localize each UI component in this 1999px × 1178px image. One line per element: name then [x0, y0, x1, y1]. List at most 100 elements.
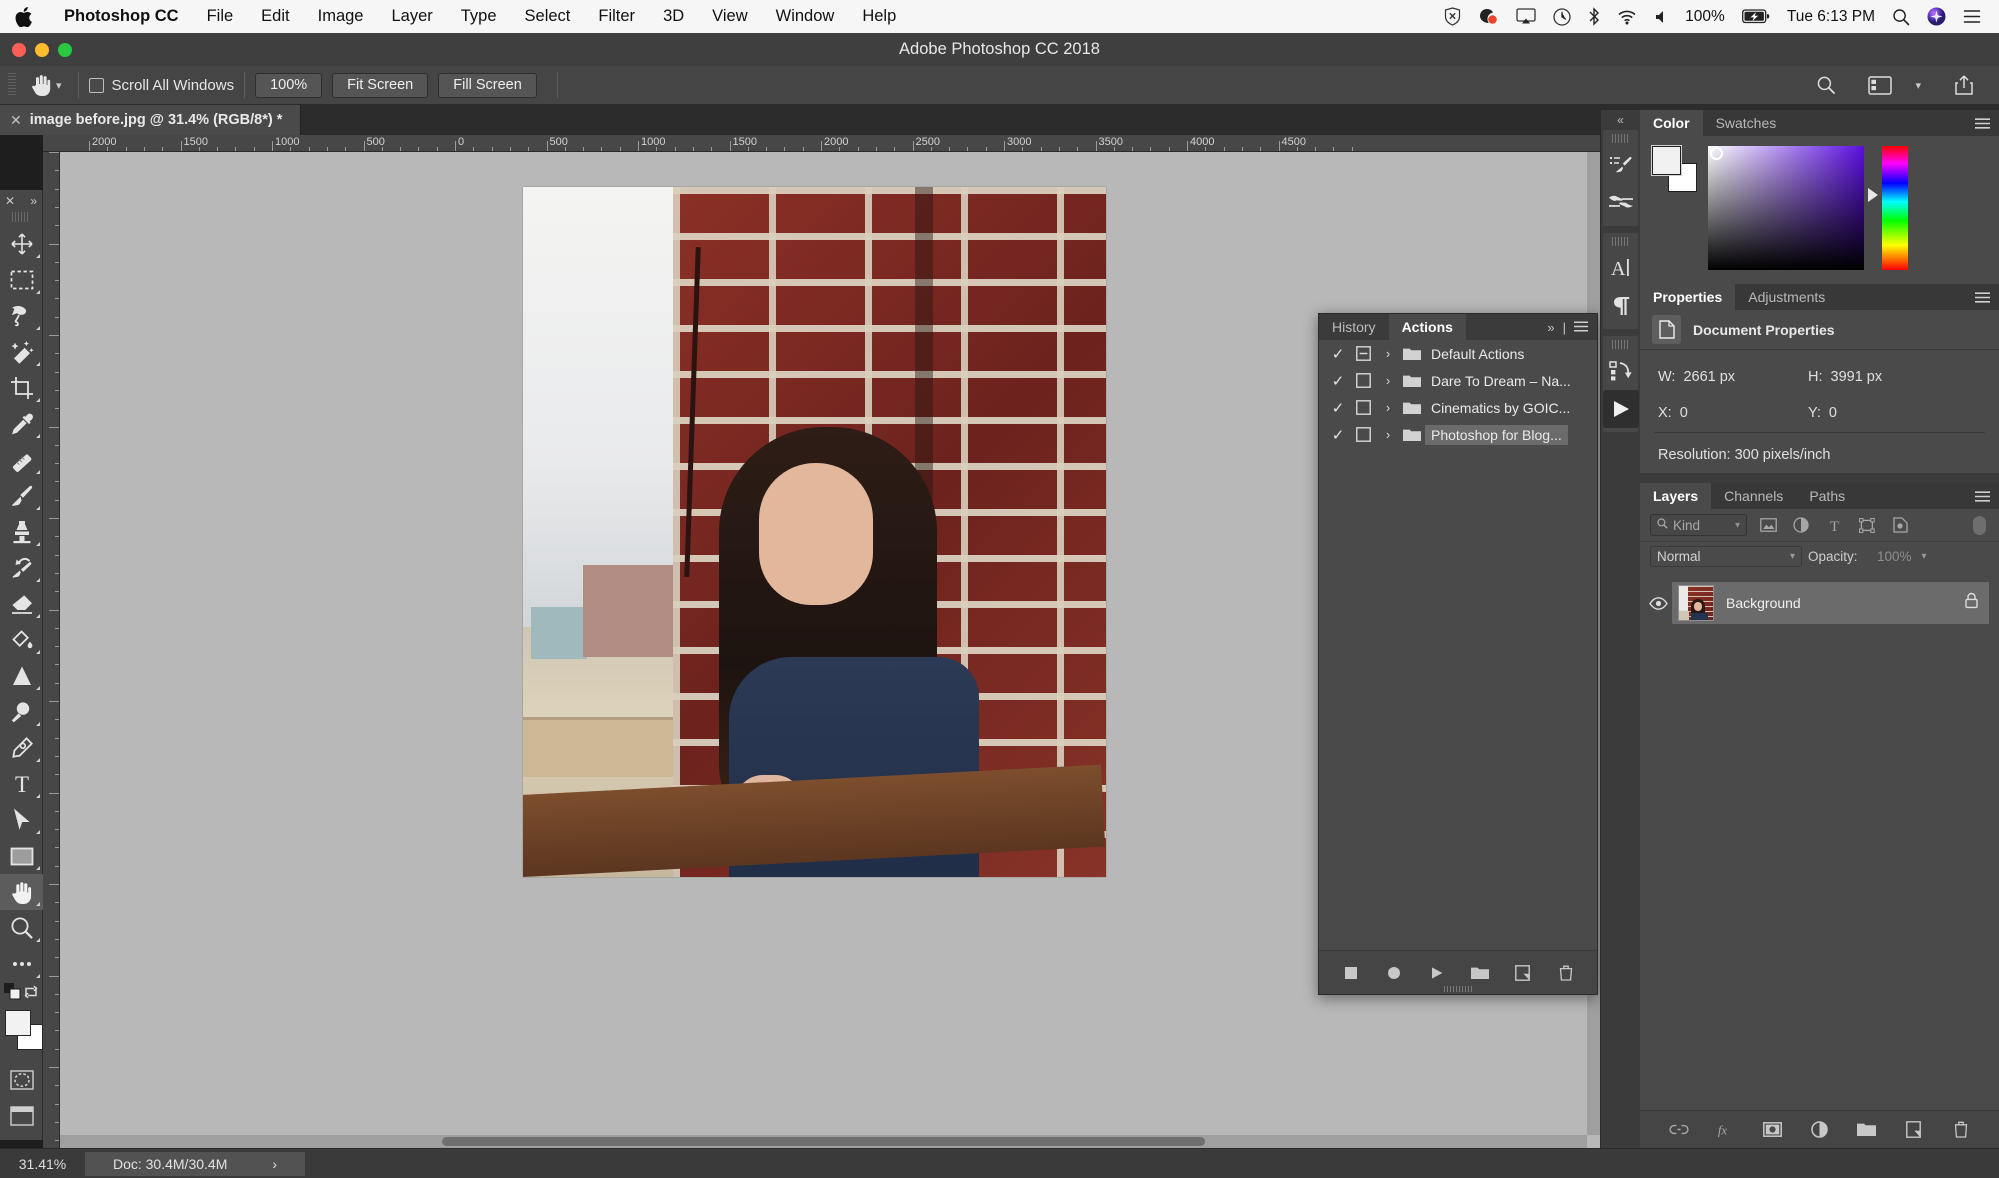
filter-kind-select[interactable]: Kind ▾ — [1650, 514, 1747, 536]
layer-row-content[interactable]: Background — [1672, 582, 1989, 624]
actions-row[interactable]: ✓ › Photoshop for Blog... — [1319, 421, 1597, 448]
apple-logo-icon[interactable] — [14, 6, 32, 28]
color-spectrum[interactable] — [1708, 146, 1864, 270]
foreground-background-colors[interactable] — [0, 1008, 43, 1058]
brush-settings-icon[interactable] — [1603, 184, 1639, 222]
menu-file[interactable]: File — [193, 7, 248, 26]
hue-slider[interactable] — [1868, 146, 1908, 270]
tab-properties[interactable]: Properties — [1640, 284, 1736, 310]
type-layer-icon[interactable]: T — [1822, 514, 1846, 536]
color-fg-bg-swatches[interactable] — [1651, 145, 1702, 198]
list-icon[interactable] — [1963, 9, 1981, 24]
lock-icon[interactable] — [1964, 592, 1979, 614]
vertical-ruler[interactable] — [43, 152, 60, 1148]
time-machine-icon[interactable] — [1553, 7, 1571, 26]
quick-mask-icon[interactable] — [0, 1062, 43, 1098]
new-layer-icon[interactable] — [1904, 1120, 1924, 1140]
action-enabled-checkmark[interactable]: ✓ — [1327, 426, 1349, 444]
shape-layer-icon[interactable] — [1855, 514, 1879, 536]
menu-type[interactable]: Type — [447, 7, 511, 26]
layer-name[interactable]: Background — [1726, 595, 1801, 611]
shield-x-icon[interactable] — [1444, 7, 1461, 26]
action-enabled-checkmark[interactable]: ✓ — [1327, 372, 1349, 390]
chevron-right-icon[interactable]: › — [1377, 400, 1399, 415]
layers-list[interactable]: Background — [1640, 575, 1999, 1110]
options-bar-grip[interactable] — [8, 73, 16, 97]
foreground-color-swatch[interactable] — [5, 1010, 31, 1036]
dropbox-icon[interactable] — [1478, 7, 1499, 26]
group-grip[interactable] — [1611, 340, 1630, 349]
actions-play-icon[interactable] — [1603, 390, 1639, 428]
path-selection-tool[interactable] — [0, 802, 43, 838]
zoom-tool[interactable] — [0, 910, 43, 946]
brush-tool[interactable] — [0, 478, 43, 514]
menu-help[interactable]: Help — [848, 7, 910, 26]
layer-thumbnail[interactable] — [1678, 585, 1714, 621]
smart-object-icon[interactable] — [1888, 514, 1912, 536]
document-image[interactable] — [523, 187, 1106, 877]
history-icon[interactable] — [1603, 352, 1639, 390]
move-tool[interactable] — [0, 226, 43, 262]
minus-box-icon[interactable] — [1349, 346, 1377, 361]
filter-toggle[interactable] — [1973, 514, 1989, 536]
double-chevron-right-icon[interactable]: » — [30, 194, 37, 208]
bluetooth-icon[interactable] — [1588, 7, 1600, 26]
menu-filter[interactable]: Filter — [584, 7, 649, 26]
chevron-right-icon[interactable]: › — [1377, 427, 1399, 442]
actions-panel-resize-grip[interactable] — [1444, 986, 1472, 992]
menu-view[interactable]: View — [698, 7, 761, 26]
type-tool[interactable]: T — [0, 766, 43, 802]
rectangle-tool[interactable] — [0, 838, 43, 874]
close-icon[interactable]: ✕ — [10, 112, 22, 129]
menu-layer[interactable]: Layer — [377, 7, 446, 26]
blur-tool[interactable] — [0, 658, 43, 694]
chevron-down-icon[interactable]: ▾ — [1915, 79, 1921, 92]
horizontal-scroll-thumb[interactable] — [441, 1137, 1206, 1146]
foreground-color-swatch[interactable] — [1651, 145, 1682, 176]
empty-box-icon[interactable] — [1349, 427, 1377, 442]
rectangular-marquee-tool[interactable] — [0, 262, 43, 298]
new-group-icon[interactable] — [1857, 1120, 1877, 1140]
hand-tool[interactable] — [0, 874, 43, 910]
hand-tool-icon[interactable] — [24, 70, 58, 100]
link-layers-icon[interactable] — [1668, 1120, 1689, 1140]
volume-icon[interactable] — [1654, 9, 1668, 25]
zoom-window-button[interactable] — [58, 42, 72, 57]
zoom-100-button[interactable]: 100% — [255, 72, 323, 98]
search-icon[interactable] — [1809, 70, 1843, 100]
tab-history[interactable]: History — [1319, 314, 1389, 340]
horizontal-scrollbar[interactable] — [60, 1135, 1587, 1148]
document-tab[interactable]: ✕ image before.jpg @ 31.4% (RGB/8*) * — [0, 105, 302, 135]
layer-mask-icon[interactable] — [1763, 1120, 1783, 1140]
tab-adjustments[interactable]: Adjustments — [1735, 284, 1838, 310]
panel-menu-icon[interactable] — [1574, 320, 1588, 335]
zoom-level[interactable]: 31.41% — [0, 1156, 85, 1172]
workspace-icon[interactable] — [1863, 70, 1897, 100]
magic-wand-tool[interactable] — [0, 334, 43, 370]
wifi-icon[interactable] — [1617, 9, 1637, 25]
minimize-window-button[interactable] — [35, 42, 49, 57]
menu-3d[interactable]: 3D — [649, 7, 698, 26]
panel-menu-icon[interactable] — [1975, 110, 1999, 136]
fit-screen-button[interactable]: Fit Screen — [332, 72, 429, 98]
x-field[interactable]: X: 0 — [1658, 405, 1808, 421]
pixel-layer-icon[interactable] — [1756, 514, 1780, 536]
clone-stamp-tool[interactable] — [0, 514, 43, 550]
play-icon[interactable] — [1426, 962, 1448, 984]
eyedropper-tool[interactable] — [0, 406, 43, 442]
lasso-tool[interactable] — [0, 298, 43, 334]
action-set-name[interactable]: Default Actions — [1425, 344, 1530, 364]
tab-actions[interactable]: Actions — [1388, 314, 1466, 340]
blend-mode-select[interactable]: Normal ▾ — [1650, 546, 1802, 567]
adjustment-layer-icon[interactable] — [1789, 514, 1813, 536]
delete-layer-icon[interactable] — [1951, 1120, 1971, 1140]
menu-edit[interactable]: Edit — [247, 7, 303, 26]
eraser-tool[interactable] — [0, 586, 43, 622]
double-chevron-left-icon[interactable]: « — [1601, 110, 1640, 130]
screen-mode-icon[interactable] — [0, 1098, 43, 1134]
close-window-button[interactable] — [12, 42, 26, 57]
actions-row[interactable]: ✓ › Dare To Dream – Na... — [1319, 367, 1597, 394]
dodge-tool[interactable] — [0, 694, 43, 730]
airplay-icon[interactable] — [1516, 8, 1536, 25]
group-grip[interactable] — [1611, 237, 1630, 246]
